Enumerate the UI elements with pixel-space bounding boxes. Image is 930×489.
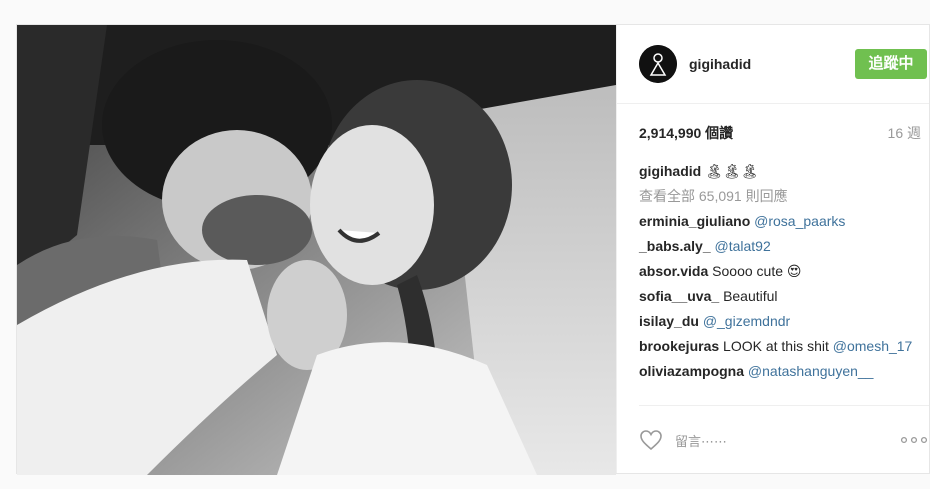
comment-mention[interactable]: @_gizemdndr	[703, 313, 790, 329]
more-options-icon[interactable]	[899, 431, 929, 449]
comment-username[interactable]: isilay_du	[639, 313, 699, 329]
photo-image	[17, 25, 616, 475]
add-comment-input[interactable]: 留言⋯⋯	[675, 431, 727, 450]
view-all-comments-link[interactable]: 查看全部 65,091 則回應	[639, 187, 923, 205]
post-sidebar: gigihadid 追蹤中 2,914,990 個讚 16 週 gigihadi…	[616, 25, 929, 473]
comments-list: gigihadid 🏝🏝🏝 查看全部 65,091 則回應 erminia_gi…	[639, 162, 923, 387]
comment-username[interactable]: sofia__uva_	[639, 288, 719, 304]
avatar-image	[639, 45, 677, 83]
caption-text: 🏝🏝🏝	[705, 163, 759, 179]
comment-item: isilay_du @_gizemdndr	[639, 312, 923, 330]
comment-mention[interactable]: @talat92	[715, 238, 771, 254]
footer-divider	[639, 405, 929, 406]
comment-item: sofia__uva_ Beautiful	[639, 287, 923, 305]
post-header: gigihadid 追蹤中	[617, 25, 929, 104]
comment-item: erminia_giuliano @rosa_paarks	[639, 212, 923, 230]
comment-username[interactable]: oliviazampogna	[639, 363, 744, 379]
comment-username[interactable]: absor.vida	[639, 263, 708, 279]
heart-icon[interactable]	[639, 429, 663, 451]
comment-mention[interactable]: @omesh_17	[833, 338, 913, 354]
comment-username[interactable]: _babs.aly_	[639, 238, 711, 254]
comment-mention[interactable]: @rosa_paarks	[754, 213, 845, 229]
post-age[interactable]: 16 週	[888, 123, 921, 143]
post-username[interactable]: gigihadid	[689, 56, 751, 72]
likes-count[interactable]: 2,914,990 個讚	[639, 123, 733, 143]
caption: gigihadid 🏝🏝🏝	[639, 162, 923, 180]
profile-avatar[interactable]	[639, 45, 677, 83]
post-photo[interactable]	[17, 25, 616, 475]
comment-item: oliviazampogna @natashanguyen__	[639, 362, 923, 380]
comment-text: Soooo cute 😍	[712, 263, 802, 279]
comment-username[interactable]: erminia_giuliano	[639, 213, 750, 229]
post-footer: 留言⋯⋯	[639, 425, 929, 457]
comment-username[interactable]: brookejuras	[639, 338, 719, 354]
post-stats: 2,914,990 個讚 16 週	[639, 123, 929, 143]
comment-mention[interactable]: @natashanguyen__	[748, 363, 874, 379]
comment-text: Beautiful	[723, 288, 778, 304]
comment-item: absor.vida Soooo cute 😍	[639, 262, 923, 280]
post-card: gigihadid 追蹤中 2,914,990 個讚 16 週 gigihadi…	[16, 24, 930, 475]
comment-item: brookejuras LOOK at this shit @omesh_17	[639, 337, 923, 355]
comment-text: LOOK at this shit	[723, 338, 829, 354]
following-button[interactable]: 追蹤中	[855, 49, 927, 79]
caption-username[interactable]: gigihadid	[639, 163, 701, 179]
comment-item: _babs.aly_ @talat92	[639, 237, 923, 255]
